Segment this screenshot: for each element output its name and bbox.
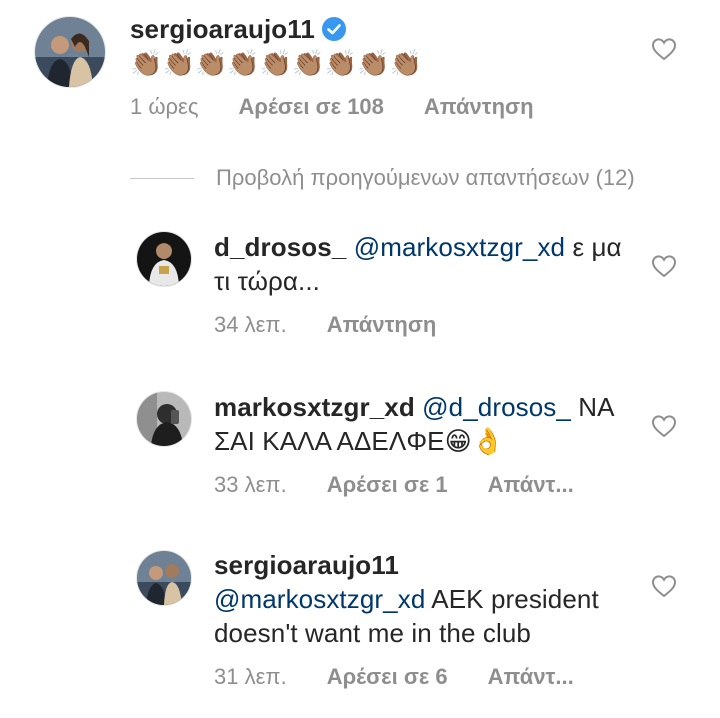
view-previous-replies[interactable]: Προβολή προηγούμενων απαντήσεων (12)	[130, 163, 635, 193]
avatar-photo-icon	[137, 551, 191, 605]
reply-button[interactable]: Απάντ...	[488, 472, 574, 497]
heart-outline-icon[interactable]	[651, 37, 677, 61]
comment-username[interactable]: sergioaraujo11	[214, 550, 399, 580]
comment-time: 33 λεπ.	[214, 472, 287, 497]
comment-meta: 34 λεπ. Απάντηση	[214, 312, 476, 338]
comment-text: sergioaraujo11 @markosxtzgr_xd AEK presi…	[214, 548, 634, 650]
reply-button[interactable]: Απάντ...	[488, 664, 574, 689]
comment-text: sergioaraujo11 👏🏽👏🏽👏🏽👏🏽👏🏽👏🏽👏🏽👏🏽👏🏽	[130, 12, 630, 80]
comment-meta: 1 ώρες Αρέσει σε 108 Απάντηση	[130, 94, 574, 120]
comment-meta: 31 λεπ. Αρέσει σε 6 Απάντ...	[214, 664, 614, 690]
verified-badge-icon	[321, 17, 346, 41]
comment-username[interactable]: d_drosos_	[214, 232, 346, 262]
comment-text: d_drosos_ @markosxtzgr_xd ε μα τι τώρα..…	[214, 230, 624, 298]
avatar[interactable]	[136, 550, 192, 606]
comment-meta: 33 λεπ. Αρέσει σε 1 Απάντ...	[214, 472, 614, 498]
heart-outline-icon[interactable]	[651, 574, 677, 598]
avatar-photo-icon	[35, 17, 105, 87]
mention-link[interactable]: @markosxtzgr_xd	[354, 232, 565, 262]
view-previous-label[interactable]: Προβολή προηγούμενων απαντήσεων (12)	[216, 165, 635, 191]
avatar[interactable]	[136, 231, 192, 287]
avatar-photo-icon	[137, 232, 191, 286]
comment-time: 34 λεπ.	[214, 312, 287, 337]
avatar[interactable]	[136, 391, 192, 447]
avatar-photo-icon	[137, 392, 191, 446]
mention-link[interactable]: @markosxtzgr_xd	[214, 584, 425, 614]
comment-body: 👏🏽👏🏽👏🏽👏🏽👏🏽👏🏽👏🏽👏🏽👏🏽	[130, 48, 423, 78]
likes-count-link[interactable]: Αρέσει σε 6	[327, 664, 448, 689]
comment-username[interactable]: sergioaraujo11	[130, 14, 315, 44]
comment-time: 31 λεπ.	[214, 664, 287, 689]
reply-button[interactable]: Απάντηση	[327, 312, 437, 337]
reply-button[interactable]: Απάντηση	[424, 94, 534, 119]
comment-time: 1 ώρες	[130, 94, 199, 119]
likes-count-link[interactable]: Αρέσει σε 1	[327, 472, 448, 497]
comment-username[interactable]: markosxtzgr_xd	[214, 392, 415, 422]
avatar[interactable]	[34, 16, 106, 88]
likes-count-link[interactable]: Αρέσει σε 108	[238, 94, 383, 119]
divider-line	[130, 177, 194, 179]
mention-link[interactable]: @d_drosos_	[422, 392, 571, 422]
comment-text: markosxtzgr_xd @d_drosos_ ΝΑ ΣΑΙ ΚΑΛΑ ΑΔ…	[214, 390, 624, 458]
heart-outline-icon[interactable]	[651, 414, 677, 438]
heart-outline-icon[interactable]	[651, 254, 677, 278]
